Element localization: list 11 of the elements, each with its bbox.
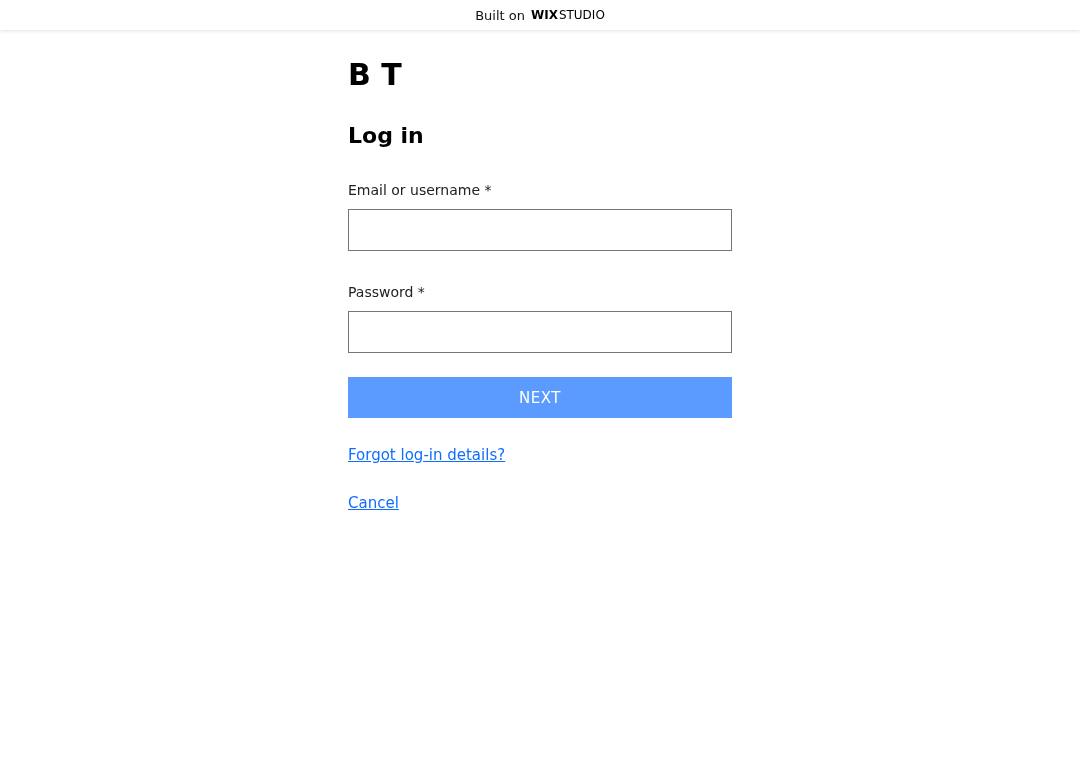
field-label: Email or username * xyxy=(348,181,492,199)
brand-name: WIX xyxy=(530,8,558,22)
page-title: Log in xyxy=(348,122,424,150)
banner-text: Built on xyxy=(475,7,525,23)
brand-suffix: STUDIO xyxy=(558,8,605,22)
text-link[interactable]: Forgot log-in details? xyxy=(348,446,506,464)
input-field[interactable] xyxy=(348,311,732,353)
input-field[interactable] xyxy=(348,209,732,251)
text-link[interactable]: Cancel xyxy=(348,494,399,512)
field-label: Password * xyxy=(348,283,425,301)
site-logo[interactable]: B T xyxy=(348,58,402,92)
